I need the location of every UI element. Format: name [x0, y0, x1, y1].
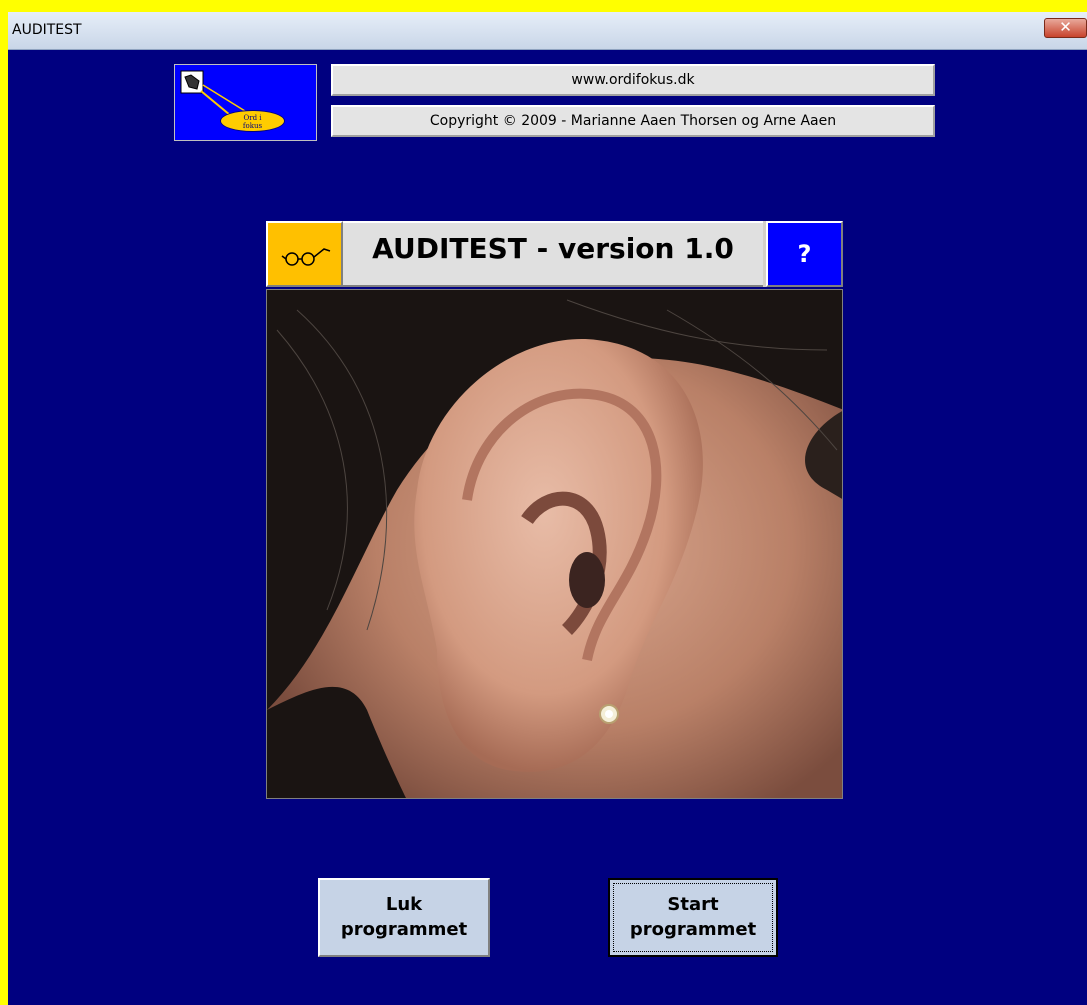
start-program-button[interactable]: Start programmet [608, 878, 778, 957]
close-program-button[interactable]: Luk programmet [318, 878, 490, 957]
window-title: AUDITEST [12, 22, 82, 38]
website-url: www.ordifokus.dk [331, 64, 935, 96]
app-title: AUDITEST - version 1.0 [343, 221, 763, 287]
logo-text-1: Ord i [243, 114, 262, 122]
ordifokus-logo: Ord i fokus [174, 64, 317, 141]
app-header: AUDITEST - version 1.0 ? [266, 221, 843, 287]
close-icon: ✕ [1059, 18, 1072, 36]
glasses-icon [281, 248, 331, 266]
close-program-label-1: Luk [385, 894, 423, 915]
app-window: AUDITEST ✕ Ord i fokus www.ordifokus.dk … [8, 12, 1087, 1005]
help-button[interactable]: ? [766, 221, 843, 287]
start-program-label-2: programmet [629, 919, 757, 940]
logo-badge: Ord i fokus [220, 110, 285, 132]
title-bar[interactable]: AUDITEST ✕ [8, 12, 1087, 50]
close-window-button[interactable]: ✕ [1044, 18, 1087, 38]
ear-illustration [267, 290, 842, 798]
glasses-button[interactable] [266, 221, 343, 287]
start-program-label-1: Start [667, 894, 719, 915]
logo-text-2: fokus [242, 122, 263, 130]
ear-photo [266, 289, 843, 799]
close-program-label-2: programmet [340, 919, 468, 940]
copyright-text: Copyright © 2009 - Marianne Aaen Thorsen… [331, 105, 935, 137]
